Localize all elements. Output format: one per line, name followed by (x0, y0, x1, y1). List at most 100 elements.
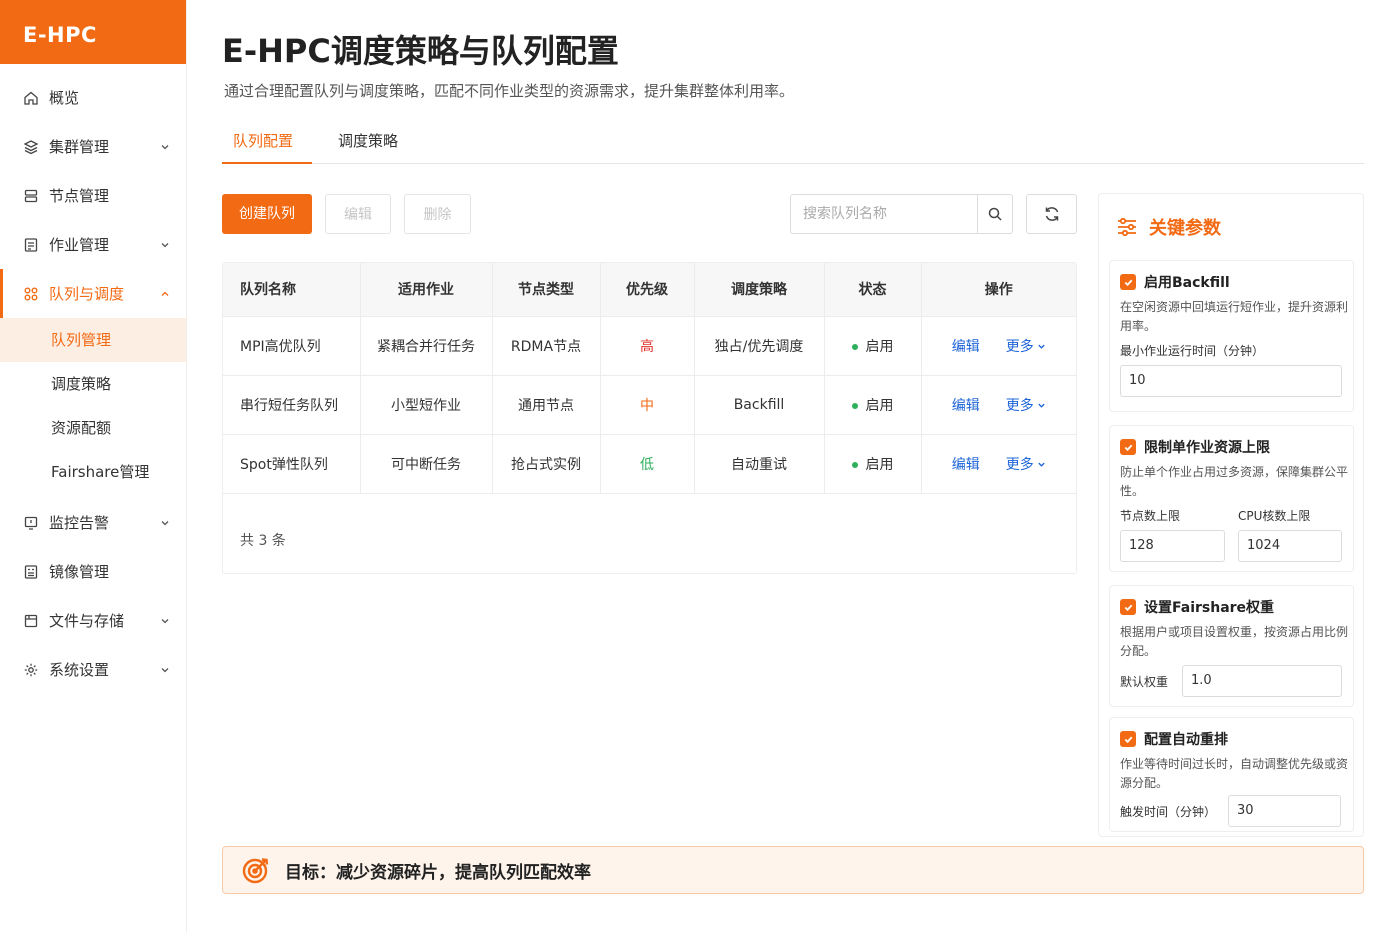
layers-icon (23, 139, 39, 155)
trigger-time-input[interactable]: 30 (1228, 795, 1341, 827)
sidebar-item-queue-scheduling[interactable]: 队列与调度 (0, 269, 186, 318)
job-type-cell: 小型短作业 (360, 375, 493, 435)
check-icon (1124, 604, 1132, 611)
actions-cell: 编辑 更多 (921, 375, 1076, 435)
max-cpu-input[interactable]: 1024 (1238, 530, 1342, 562)
chevron-down-icon (1038, 344, 1045, 349)
default-weight-input[interactable]: 1.0 (1182, 665, 1342, 697)
tab-bar: 队列配置 调度策略 (222, 120, 1364, 164)
server-icon (23, 188, 39, 204)
brand-logo: E-HPC (0, 0, 186, 64)
card-description: 防止单个作业占用过多资源，保障集群公平性。 (1120, 465, 1349, 498)
table-total-count: 共 3 条 (240, 533, 286, 549)
status-text: 启用 (865, 397, 894, 414)
status-cell: 启用 (824, 375, 922, 435)
create-queue-button[interactable]: 创建队列 (222, 194, 312, 234)
target-icon (242, 858, 269, 884)
chevron-down-icon (161, 520, 169, 525)
search-input[interactable] (791, 195, 977, 233)
sidebar-item-label: 系统设置 (49, 661, 110, 679)
sidebar-item-jobs[interactable]: 作业管理 (0, 220, 186, 269)
gear-icon (23, 662, 39, 678)
folder-icon (23, 613, 39, 629)
column-header: 队列名称 (223, 263, 361, 317)
tab-scheduling-policy[interactable]: 调度策略 (338, 130, 398, 151)
page-description: 通过合理配置队列与调度策略，匹配不同作业类型的资源需求，提升集群整体利用率。 (224, 82, 795, 100)
queue-name-cell: MPI高优队列 (223, 316, 361, 376)
chevron-down-icon (161, 667, 169, 672)
param-card-backfill: 启用Backfill 在空闲资源中回填运行短作业，提升资源利用率。 最小作业运行… (1109, 260, 1354, 412)
resource-limit-checkbox[interactable] (1120, 439, 1136, 455)
table-header-row: 队列名称 适用作业 节点类型 优先级 调度策略 状态 操作 (223, 263, 1076, 317)
job-type-cell: 可中断任务 (360, 434, 493, 494)
more-label: 更多 (1005, 456, 1034, 473)
search-button[interactable] (977, 195, 1012, 233)
tab-queue-config[interactable]: 队列配置 (233, 130, 293, 151)
sidebar-subitem-scheduling-policy[interactable]: 调度策略 (0, 362, 186, 406)
row-more-dropdown[interactable]: 更多 (1006, 457, 1046, 473)
sidebar-item-cluster[interactable]: 集群管理 (0, 122, 186, 171)
card-title: 配置自动重排 (1144, 732, 1228, 748)
search-box (790, 194, 1013, 234)
table-row: MPI高优队列 紧耦合并行任务 RDMA节点 高 独占/优先调度 启用 编辑 更多 (223, 316, 1076, 376)
field-label: 最小作业运行时间（分钟） (1120, 344, 1265, 358)
field-label: 触发时间（分钟） (1120, 804, 1217, 819)
column-header: 适用作业 (360, 263, 493, 317)
column-header: 操作 (921, 263, 1076, 317)
goal-text: 目标：减少资源碎片，提高队列匹配效率 (285, 862, 591, 883)
row-edit-link[interactable]: 编辑 (952, 339, 980, 355)
active-tab-indicator (222, 162, 312, 164)
sidebar-item-images[interactable]: 镜像管理 (0, 547, 186, 596)
row-more-dropdown[interactable]: 更多 (1006, 339, 1046, 355)
sidebar-item-overview[interactable]: 概览 (0, 73, 186, 122)
sidebar-item-storage[interactable]: 文件与存储 (0, 596, 186, 645)
column-header: 状态 (824, 263, 922, 317)
refresh-button[interactable] (1026, 194, 1077, 234)
column-header: 优先级 (600, 263, 695, 317)
page-title: E-HPC调度策略与队列配置 (222, 32, 619, 70)
job-type-cell: 紧耦合并行任务 (360, 316, 493, 376)
actions-cell: 编辑 更多 (921, 434, 1076, 494)
sidebar-subitem-resource-quota[interactable]: 资源配额 (0, 406, 186, 450)
priority-cell: 低 (600, 434, 695, 494)
delete-button[interactable]: 删除 (404, 194, 471, 234)
refresh-icon (1045, 207, 1058, 221)
sidebar-item-nodes[interactable]: 节点管理 (0, 171, 186, 220)
row-edit-link[interactable]: 编辑 (952, 457, 980, 473)
sidebar-nav: 概览 集群管理 节点管理 作业管理 队列与调度 (0, 64, 186, 318)
status-cell: 启用 (824, 434, 922, 494)
sidebar-item-label: 概览 (49, 89, 80, 107)
sidebar-subitem-fairshare[interactable]: Fairshare管理 (0, 450, 186, 494)
check-icon (1124, 444, 1132, 451)
status-cell: 启用 (824, 316, 922, 376)
sliders-icon (1118, 217, 1136, 237)
row-edit-link[interactable]: 编辑 (952, 398, 980, 414)
queue-name-cell: 串行短任务队列 (223, 375, 361, 435)
sidebar-item-label: 集群管理 (49, 138, 110, 156)
list-icon (23, 237, 39, 253)
chevron-down-icon (161, 144, 169, 149)
status-dot-icon (851, 402, 858, 409)
min-runtime-input[interactable]: 10 (1120, 365, 1342, 397)
status-dot-icon (851, 461, 858, 468)
auto-requeue-checkbox[interactable] (1120, 731, 1136, 747)
param-card-auto-requeue: 配置自动重排 作业等待时间过长时，自动调整优先级或资源分配。 触发时间（分钟） … (1109, 717, 1354, 832)
sidebar-subitem-queue-management[interactable]: 队列管理 (0, 318, 186, 362)
row-more-dropdown[interactable]: 更多 (1006, 398, 1046, 414)
node-type-cell: 抢占式实例 (492, 434, 601, 494)
sidebar-nav-lower: 监控告警 镜像管理 文件与存储 系统设置 (0, 494, 186, 694)
priority-cell: 高 (600, 316, 695, 376)
status-text: 启用 (865, 338, 894, 355)
check-icon (1124, 736, 1132, 743)
sidebar-item-settings[interactable]: 系统设置 (0, 645, 186, 694)
max-nodes-input[interactable]: 128 (1120, 530, 1225, 562)
queue-table: 队列名称 适用作业 节点类型 优先级 调度策略 状态 操作 MPI高优队列 紧耦… (222, 262, 1077, 574)
edit-button[interactable]: 编辑 (325, 194, 391, 234)
fairshare-checkbox[interactable] (1120, 599, 1136, 615)
policy-cell: 独占/优先调度 (694, 316, 825, 376)
sidebar-item-label: 节点管理 (49, 187, 110, 205)
backfill-checkbox[interactable] (1120, 274, 1136, 290)
monitor-icon (23, 515, 39, 531)
sidebar-item-monitoring[interactable]: 监控告警 (0, 498, 186, 547)
panel-title: 关键参数 (1149, 218, 1221, 239)
